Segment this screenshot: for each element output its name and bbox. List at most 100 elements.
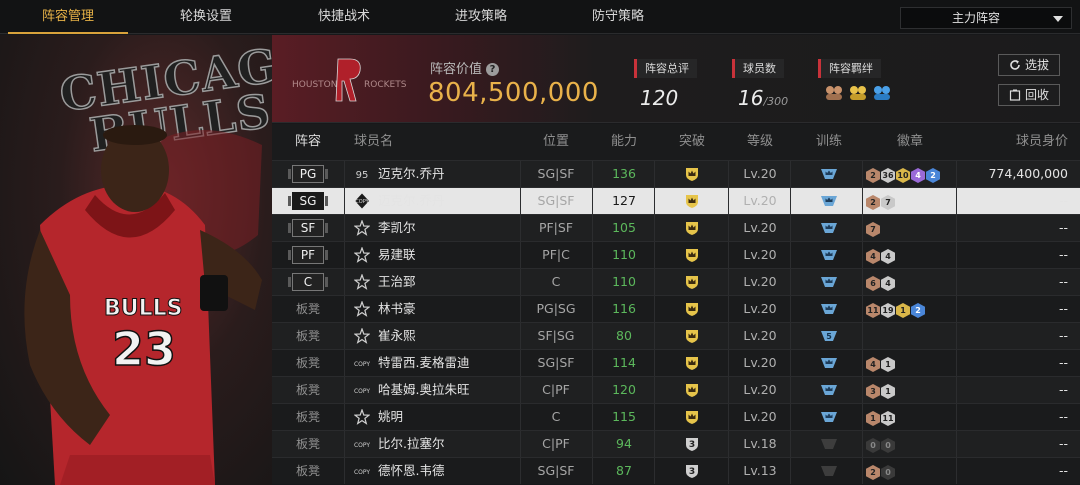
player-name[interactable]: 比尔.拉塞尔: [378, 431, 518, 457]
player-name[interactable]: 易建联: [378, 242, 518, 268]
breakthrough-cell[interactable]: [656, 404, 728, 430]
breakthrough-cell[interactable]: [656, 242, 728, 268]
column-divider: [956, 404, 957, 430]
slot-cell[interactable]: SF: [272, 215, 344, 241]
column-divider: [344, 296, 345, 322]
training-cell[interactable]: [796, 296, 862, 322]
column-divider: [654, 242, 655, 268]
column-divider: [862, 458, 863, 484]
badges-cell[interactable]: 2 36 10 4 2: [864, 161, 956, 187]
slot-cell[interactable]: 板凳: [272, 323, 344, 349]
breakthrough-cell[interactable]: [656, 323, 728, 349]
player-name[interactable]: 王治郅: [378, 269, 518, 295]
breakthrough-cell[interactable]: [656, 161, 728, 187]
bond-icons[interactable]: [818, 84, 892, 102]
tab-lineup-management[interactable]: 阵容管理: [8, 0, 128, 34]
training-cell[interactable]: [796, 161, 862, 187]
breakthrough-cell[interactable]: [656, 215, 728, 241]
badges-cell[interactable]: 7: [864, 215, 956, 241]
bond-gold-icon[interactable]: [848, 84, 868, 102]
badge-silver-icon: 19: [881, 303, 895, 318]
slot-cell[interactable]: 板凳: [272, 458, 344, 484]
badges-cell[interactable]: 11 19 1 2: [864, 296, 956, 322]
training-cell[interactable]: [796, 404, 862, 430]
bond-bronze-icon[interactable]: [824, 84, 844, 102]
training-cell[interactable]: [796, 377, 862, 403]
table-row[interactable]: 板凳 COPY 比尔.拉塞尔 C|PF 94 3 Lv.18 0 0 --: [272, 430, 1080, 457]
slot-label: 板凳: [295, 410, 320, 424]
breakthrough-cell[interactable]: 3: [656, 431, 728, 457]
table-row[interactable]: PF 易建联 PF|C 110 Lv.20 4 4 --: [272, 241, 1080, 268]
badges-cell[interactable]: 20: [864, 458, 956, 484]
column-divider: [654, 431, 655, 457]
breakthrough-cell[interactable]: 3: [656, 458, 728, 484]
slot-cell[interactable]: 板凳: [272, 377, 344, 403]
table-row[interactable]: 板凳 COPY 哈基姆.奥拉朱旺 C|PF 120 Lv.20 3 1 --: [272, 376, 1080, 403]
player-position: C|PF: [520, 431, 592, 457]
table-row[interactable]: SG COPY 迈克尔.乔丹 SG|SF 127 Lv.20 2 7 --: [272, 187, 1080, 214]
lineup-dropdown[interactable]: 主力阵容: [900, 7, 1072, 29]
table-row[interactable]: 板凳 COPY 特雷西.麦格雷迪 SG|SF 114 Lv.20 4 1 --: [272, 349, 1080, 376]
column-divider: [956, 458, 957, 484]
training-cell[interactable]: [796, 242, 862, 268]
player-name[interactable]: 李凯尔: [378, 215, 518, 241]
training-cell[interactable]: [796, 458, 862, 484]
player-name[interactable]: 哈基姆.奥拉朱旺: [378, 377, 518, 403]
table-row[interactable]: 板凳 姚明 C 115 Lv.20 1 11 --: [272, 403, 1080, 430]
table-row[interactable]: 板凳 林书豪 PG|SG 116 Lv.20 11 19 1 2 --: [272, 295, 1080, 322]
player-level-value: Lv.20: [743, 166, 777, 181]
breakthrough-level-icon: 3: [686, 438, 698, 451]
table-row[interactable]: C 王治郅 C 110 Lv.20 6 4 --: [272, 268, 1080, 295]
badges-cell[interactable]: 41: [864, 350, 956, 376]
breakthrough-cell[interactable]: [656, 350, 728, 376]
player-name[interactable]: 特雷西.麦格雷迪: [378, 350, 518, 376]
slot-cell[interactable]: 板凳: [272, 404, 344, 430]
badges-cell[interactable]: 64: [864, 269, 956, 295]
slot-cell[interactable]: PF: [272, 242, 344, 268]
badges-cell[interactable]: [864, 323, 956, 349]
badges-cell[interactable]: 44: [864, 242, 956, 268]
slot-cell[interactable]: 板凳: [272, 431, 344, 457]
badges-cell[interactable]: 00: [864, 431, 956, 457]
tab-quick-tactics[interactable]: 快捷战术: [284, 0, 404, 34]
badges-cell[interactable]: 27: [864, 188, 956, 214]
player-name[interactable]: 迈克尔.乔丹: [378, 188, 518, 214]
breakthrough-cell[interactable]: [656, 188, 728, 214]
player-name[interactable]: 姚明: [378, 404, 518, 430]
player-level: Lv.20: [730, 188, 790, 214]
breakthrough-cell[interactable]: [656, 269, 728, 295]
column-divider: [592, 404, 593, 430]
player-name[interactable]: 崔永熙: [378, 323, 518, 349]
tab-defense-strategy[interactable]: 防守策略: [558, 0, 678, 34]
player-position: SF|SG: [520, 323, 592, 349]
training-cell[interactable]: [796, 431, 862, 457]
tab-rotation-settings[interactable]: 轮换设置: [146, 0, 266, 34]
training-cell[interactable]: [796, 188, 862, 214]
table-row[interactable]: 板凳 COPY 德怀恩.韦德 SG|SF 87 3 Lv.13 2 0 --: [272, 457, 1080, 484]
training-cell[interactable]: [796, 269, 862, 295]
training-cell[interactable]: [796, 350, 862, 376]
slot-cell[interactable]: C: [272, 269, 344, 295]
help-icon[interactable]: ?: [486, 63, 500, 76]
bond-blue-icon[interactable]: [872, 84, 892, 102]
training-cell[interactable]: 5: [796, 323, 862, 349]
slot-cell[interactable]: 板凳: [272, 296, 344, 322]
recycle-button[interactable]: 回收: [998, 84, 1060, 106]
training-cell[interactable]: [796, 215, 862, 241]
slot-cell[interactable]: SG: [272, 188, 344, 214]
breakthrough-cell[interactable]: [656, 296, 728, 322]
player-position-text: SF|SG: [537, 328, 575, 343]
table-row[interactable]: PG 95 迈克尔.乔丹 SG|SF 136 Lv.20 2 36 10 4 2 774,400,00…: [272, 160, 1080, 187]
player-name[interactable]: 迈克尔.乔丹: [378, 161, 518, 187]
slot-cell[interactable]: PG: [272, 161, 344, 187]
table-row[interactable]: 板凳 崔永熙 SF|SG 80 Lv.20 5 --: [272, 322, 1080, 349]
breakthrough-cell[interactable]: [656, 377, 728, 403]
select-button[interactable]: 选拔: [998, 54, 1060, 76]
table-row[interactable]: SF 李凯尔 PF|SF 105 Lv.20 7 --: [272, 214, 1080, 241]
slot-cell[interactable]: 板凳: [272, 350, 344, 376]
badges-cell[interactable]: 31: [864, 377, 956, 403]
badges-cell[interactable]: 1 11: [864, 404, 956, 430]
tab-offense-strategy[interactable]: 进攻策略: [421, 0, 541, 34]
player-name[interactable]: 德怀恩.韦德: [378, 458, 518, 484]
player-name[interactable]: 林书豪: [378, 296, 518, 322]
